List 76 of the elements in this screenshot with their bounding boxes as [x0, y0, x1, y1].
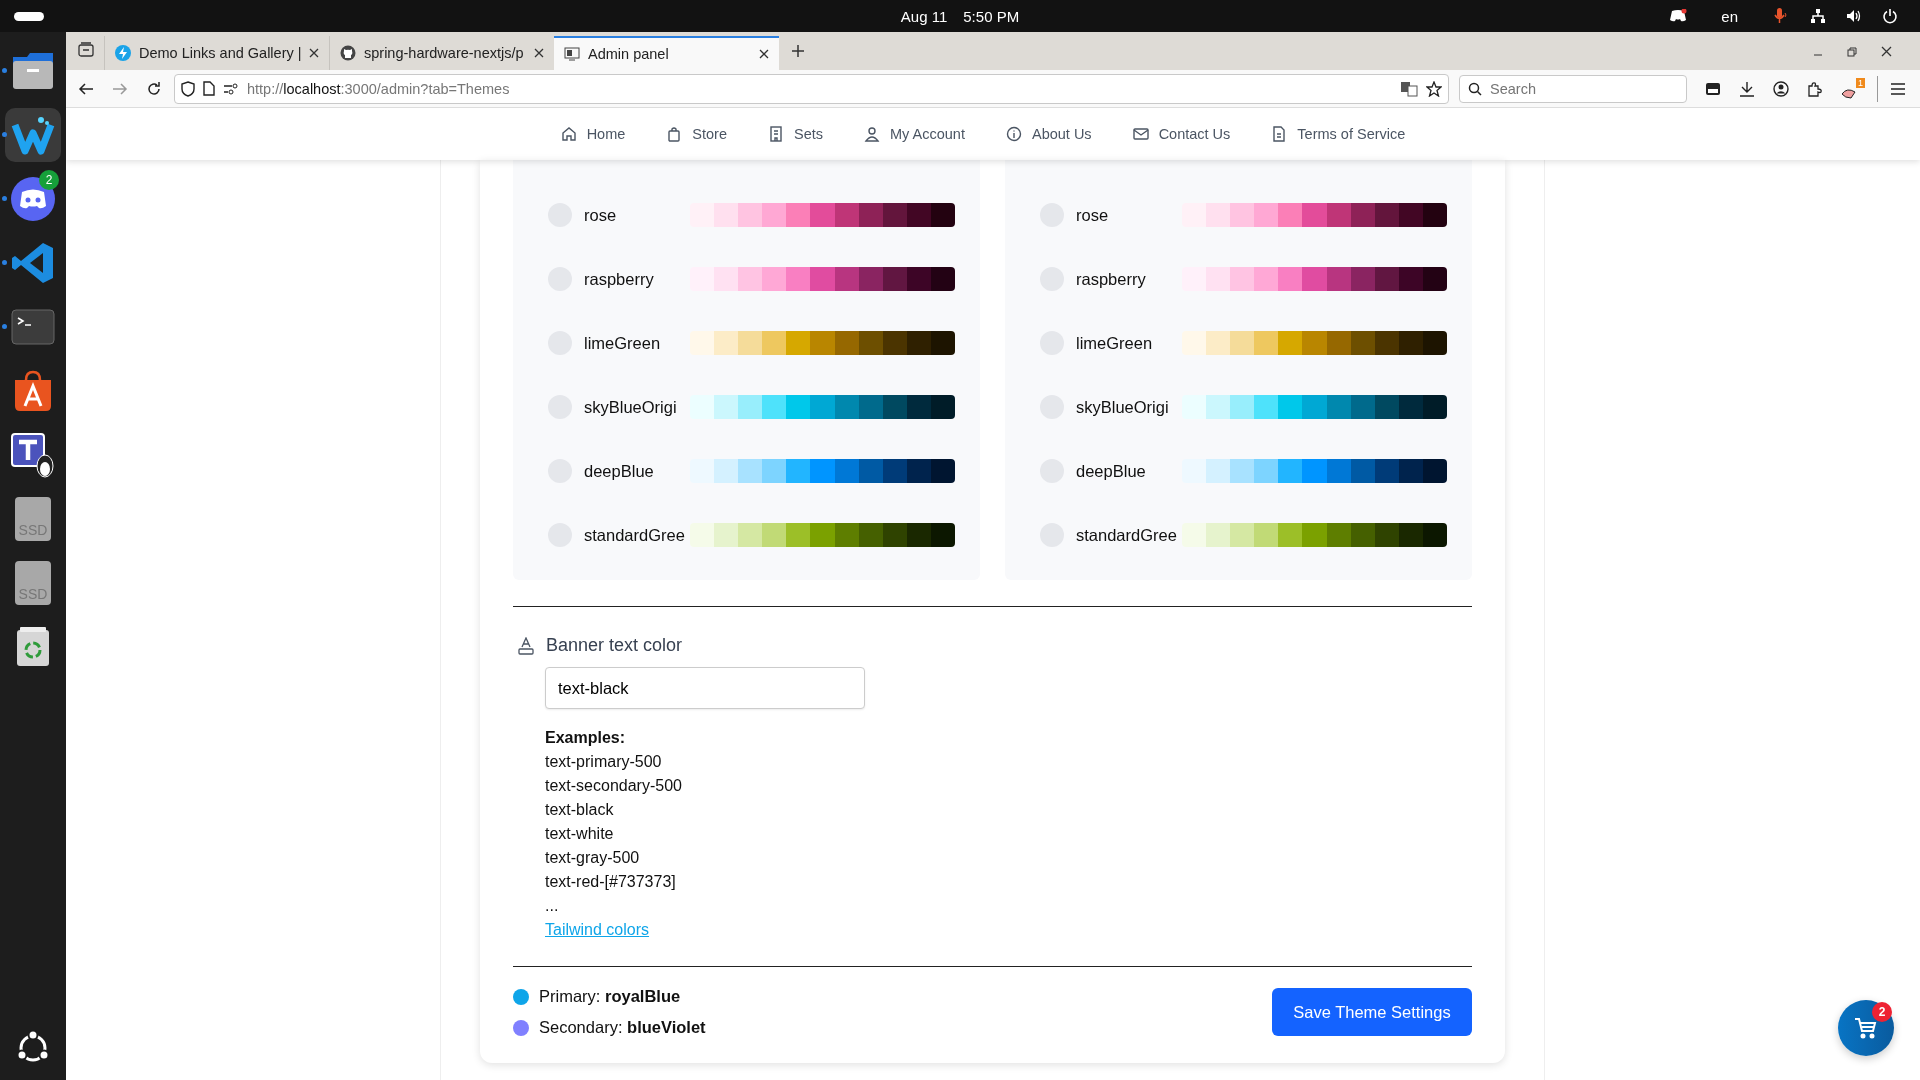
- search-icon: [1468, 81, 1482, 96]
- search-input[interactable]: Search: [1488, 79, 1662, 98]
- theme-name: skyBlueOrigi: [584, 397, 678, 417]
- nav-link[interactable]: Store: [666, 126, 727, 142]
- browser-tab[interactable]: Admin panel: [554, 36, 779, 70]
- legend-text: Primary: royalBlue: [539, 987, 681, 1006]
- extensions-icon[interactable]: [1807, 80, 1823, 97]
- nav-link[interactable]: Home: [560, 126, 626, 142]
- theme-name: limeGreen: [1076, 333, 1154, 353]
- pocket-icon[interactable]: [1705, 80, 1721, 97]
- power-icon[interactable]: [1882, 8, 1898, 24]
- close-icon[interactable]: [1881, 46, 1892, 57]
- address-bar[interactable]: http://localhost:3000/admin?tab=Themes: [174, 73, 1449, 104]
- theme-name: deepBlue: [584, 461, 655, 481]
- nav-icon: [1005, 126, 1022, 142]
- section-title: Banner text color: [546, 635, 683, 656]
- cart-count-badge: 2: [1872, 1002, 1892, 1022]
- legend-text: Secondary: blueViolet: [539, 1018, 706, 1037]
- cart-button[interactable]: 2: [1838, 1000, 1894, 1056]
- download-icon[interactable]: [1739, 80, 1755, 97]
- text-color-icon: [518, 636, 534, 655]
- network-icon[interactable]: [1810, 8, 1826, 24]
- search-field[interactable]: Search: [1459, 74, 1687, 103]
- theme-name: standardGree: [584, 525, 686, 545]
- example-text: text-red-[#737373]: [545, 872, 676, 892]
- date-label[interactable]: Aug 11: [900, 7, 948, 25]
- nav-icon: [1132, 126, 1149, 142]
- close-icon[interactable]: [534, 48, 544, 58]
- nav-icon: [864, 126, 880, 142]
- forward-icon[interactable]: [112, 80, 128, 97]
- monitor-icon: [564, 46, 580, 62]
- nav-icon: [666, 126, 683, 142]
- nav-icon: [768, 126, 784, 142]
- back-icon[interactable]: [78, 80, 94, 97]
- nav-icon: [1271, 126, 1288, 142]
- nav-link[interactable]: About Us: [1005, 126, 1092, 142]
- save-button[interactable]: Save Theme Settings: [1272, 988, 1472, 1036]
- chat-icon[interactable]: [1669, 9, 1688, 23]
- close-icon[interactable]: [759, 49, 769, 59]
- theme-name: deepBlue: [1076, 461, 1147, 481]
- theme-name: limeGreen: [584, 333, 662, 353]
- cart-icon: [1854, 1016, 1878, 1040]
- text-color-input[interactable]: text-black: [545, 667, 865, 709]
- close-icon[interactable]: [309, 48, 319, 58]
- new-tab-icon[interactable]: [791, 44, 805, 58]
- activities-icon[interactable]: [14, 11, 44, 21]
- dock-app-icon[interactable]: [5, 108, 61, 162]
- menu-icon[interactable]: [1890, 81, 1906, 96]
- example-text: text-gray-500: [545, 848, 640, 868]
- theme-name: rose: [1076, 205, 1110, 225]
- reload-icon[interactable]: [146, 80, 162, 97]
- theme-name: rose: [584, 205, 618, 225]
- tab-overview-icon[interactable]: [78, 42, 94, 58]
- volume-icon[interactable]: [1846, 8, 1862, 24]
- cat-logo-icon: [340, 45, 356, 61]
- nav-link[interactable]: Sets: [768, 126, 823, 142]
- account-icon[interactable]: [1773, 80, 1789, 97]
- lightning-icon: [115, 45, 131, 61]
- nav-link[interactable]: My Account: [864, 126, 965, 142]
- language-indicator[interactable]: en: [1721, 7, 1738, 25]
- example-text: text-primary-500: [545, 752, 662, 772]
- time-label[interactable]: 5:50 PM: [963, 7, 1020, 25]
- theme-name: standardGree: [1076, 525, 1178, 545]
- example-text: text-secondary-500: [545, 776, 682, 796]
- example-text: text-black: [545, 800, 614, 820]
- nav-link[interactable]: Contact Us: [1132, 126, 1231, 142]
- example-text: text-white: [545, 824, 614, 844]
- restore-icon[interactable]: [1847, 47, 1857, 57]
- theme-name: raspberry: [584, 269, 655, 289]
- microphone-icon[interactable]: [1772, 7, 1790, 25]
- nav-link[interactable]: Terms of Service: [1271, 126, 1406, 142]
- example-text: ...: [545, 896, 559, 916]
- examples-heading: Examples:: [545, 728, 626, 748]
- theme-name: skyBlueOrigi: [1076, 397, 1170, 417]
- theme-name: raspberry: [1076, 269, 1147, 289]
- nav-icon: [560, 126, 577, 142]
